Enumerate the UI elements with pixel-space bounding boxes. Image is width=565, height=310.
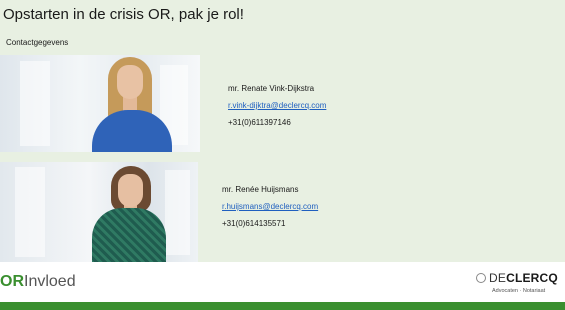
face-shape: [117, 65, 143, 99]
slide-title: Opstarten in de crisis OR, pak je rol!: [3, 6, 244, 23]
window-pane: [165, 170, 190, 255]
contact-name: mr. Renate Vink-Dijkstra: [228, 84, 315, 93]
contact-phone: +31(0)611397146: [228, 118, 291, 127]
contact-name: mr. Renée Huijsmans: [222, 185, 299, 194]
face-shape: [118, 174, 143, 207]
declercq-mark-icon: [476, 273, 486, 283]
body-shape: [92, 208, 166, 262]
window-pane: [15, 167, 45, 257]
contact-email-link[interactable]: r.vink-dijktra@declercq.com: [228, 97, 326, 114]
logo-subtitle: Advocaten · Notariaat: [492, 288, 546, 294]
slide-content: Opstarten in de crisis OR, pak je rol! C…: [0, 0, 565, 262]
window-pane: [20, 61, 50, 146]
logo-text-prefix: DE: [489, 271, 507, 285]
contact-photo-renee: [0, 162, 198, 262]
neck-shape: [123, 97, 137, 111]
logo-text-strong: OR: [0, 273, 24, 290]
logo-text-strong: CLERCQ: [506, 271, 558, 285]
logo-text-rest: Invloed: [24, 273, 76, 290]
contact-phone: +31(0)614135571: [222, 219, 286, 228]
contact-photo-renate: [0, 55, 200, 152]
orinvloed-logo: ORInvloed: [0, 273, 76, 291]
logo-text: DECLERCQ: [489, 271, 558, 285]
contact-email-link[interactable]: r.huijsmans@declercq.com: [222, 198, 318, 215]
slide-subtitle: Contactgegevens: [6, 38, 69, 47]
declercq-logo: DECLERCQ Advocaten · Notariaat: [476, 271, 565, 300]
contact-card-renee: mr. Renée Huijsmans r.huijsmans@declercq…: [222, 181, 318, 232]
contact-card-renate: mr. Renate Vink-Dijkstra r.vink-dijktra@…: [228, 80, 326, 131]
footer-accent-bar: [0, 302, 565, 310]
